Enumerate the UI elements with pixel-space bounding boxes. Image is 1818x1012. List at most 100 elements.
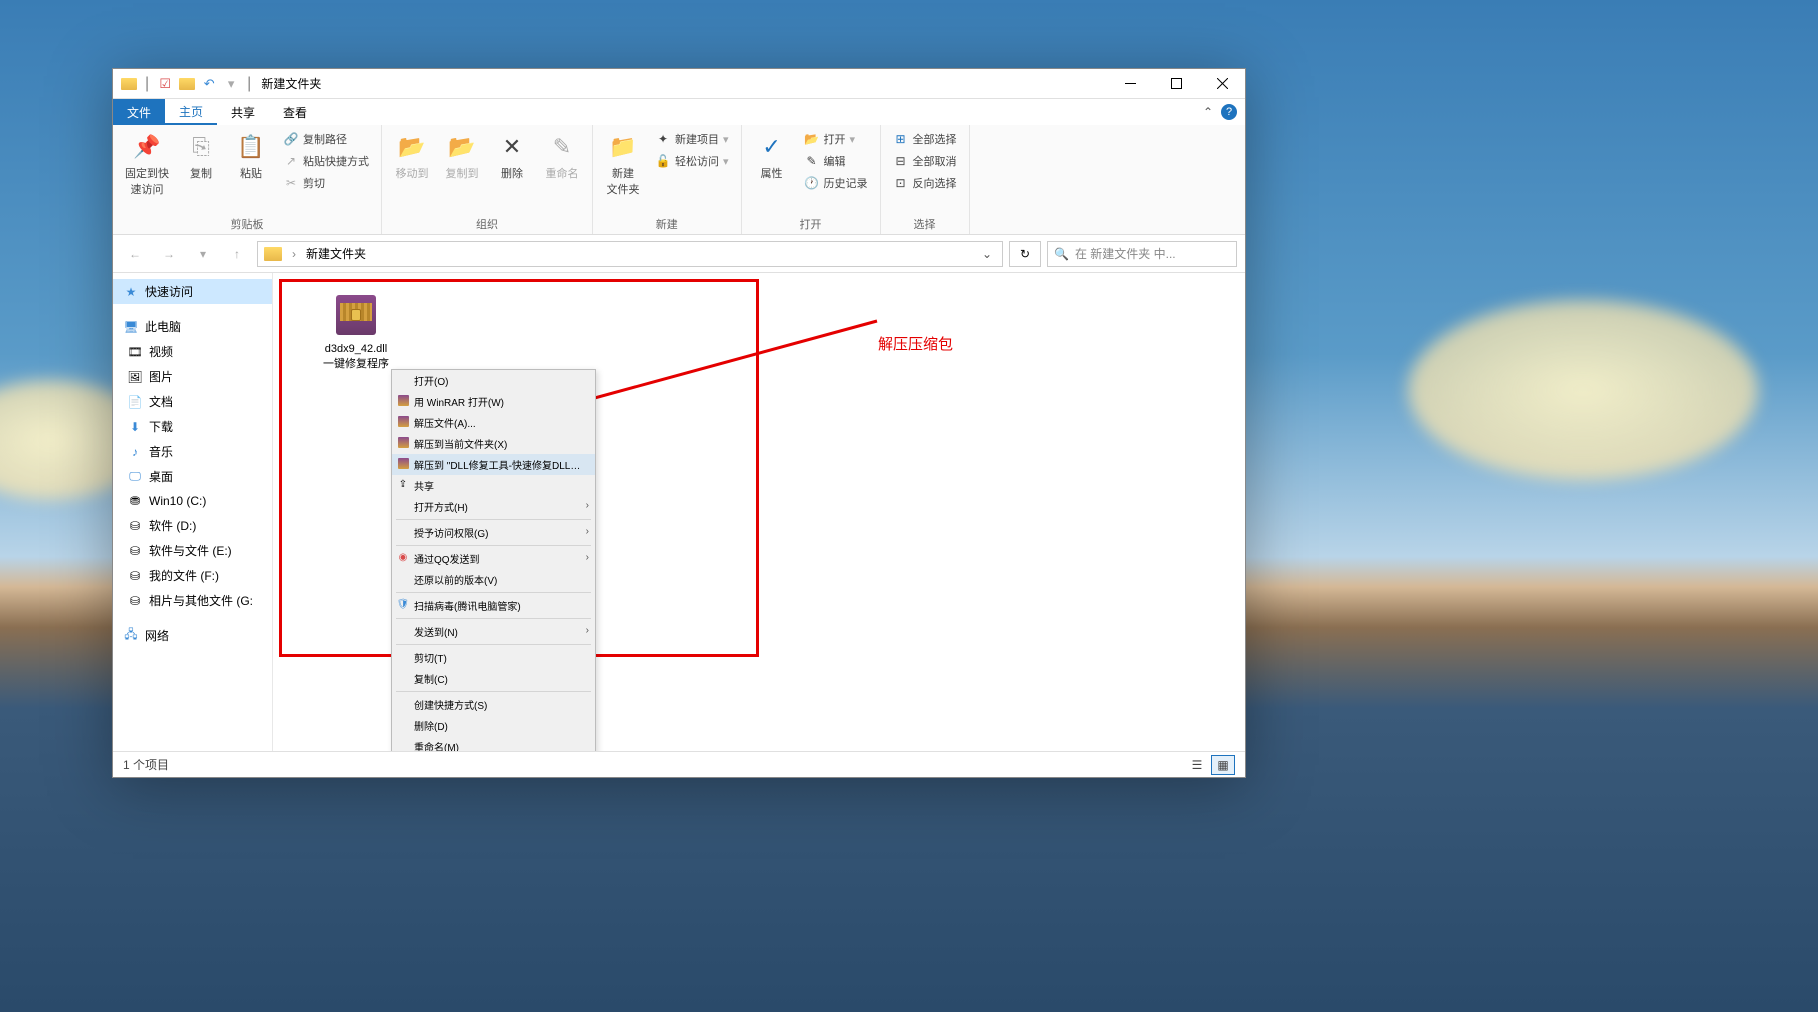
ctx-separator (396, 519, 591, 520)
select-all-button[interactable]: ⊞全部选择 (889, 129, 961, 149)
folder-icon[interactable] (177, 74, 197, 94)
explorer-window: | ☑ ↶ ▾ | 新建文件夹 文件 主页 共享 查看 ⌃ ? 📌固定到快 速访… (112, 68, 1246, 778)
edit-icon: ✎ (804, 153, 820, 169)
up-button[interactable]: ↑ (223, 240, 251, 268)
copy-to-button[interactable]: 📂复制到 (440, 129, 484, 183)
sidebar-item-software-d[interactable]: ⛁软件 (D:) (113, 513, 272, 538)
delete-button[interactable]: ✕删除 (490, 129, 534, 183)
collapse-ribbon-icon[interactable]: ⌃ (1203, 105, 1213, 119)
recent-button[interactable]: ▾ (189, 240, 217, 268)
ctx-grant-access[interactable]: 授予访问权限(G)› (392, 522, 595, 543)
sidebar-item-videos[interactable]: 🎞视频 (113, 339, 272, 364)
edit-button[interactable]: ✎编辑 (800, 151, 872, 171)
checkbox-icon[interactable]: ☑ (155, 74, 175, 94)
refresh-button[interactable]: ↻ (1009, 241, 1041, 267)
ctx-copy[interactable]: 复制(C) (392, 668, 595, 689)
invert-selection-button[interactable]: ⊡反向选择 (889, 173, 961, 193)
chevron-right-icon: › (586, 500, 589, 511)
invert-icon: ⊡ (893, 175, 909, 191)
sidebar-item-desktop[interactable]: 🖵桌面 (113, 464, 272, 489)
file-item-rar[interactable]: d3dx9_42.dll 一键修复程序 (301, 291, 411, 371)
sidebar-item-documents[interactable]: 📄文档 (113, 389, 272, 414)
tab-share[interactable]: 共享 (217, 99, 269, 125)
paste-shortcut-button[interactable]: ↗粘贴快捷方式 (279, 151, 373, 171)
navigation-pane: ★快速访问 🖥此电脑 🎞视频 🖼图片 📄文档 ⬇下载 ♪音乐 🖵桌面 ⛃Win1… (113, 273, 273, 751)
sidebar-item-pictures[interactable]: 🖼图片 (113, 364, 272, 389)
move-to-button[interactable]: 📂移动到 (390, 129, 434, 183)
qq-icon: ◉ (396, 550, 410, 564)
content-pane[interactable]: d3dx9_42.dll 一键修复程序 解压压缩包 打开(O) 用 WinRAR… (273, 273, 1245, 751)
rename-button[interactable]: ✎重命名 (540, 129, 584, 183)
context-menu: 打开(O) 用 WinRAR 打开(W) 解压文件(A)... 解压到当前文件夹… (391, 369, 596, 751)
chevron-right-icon: › (586, 625, 589, 636)
easy-access-button[interactable]: 🔓轻松访问 ▾ (651, 151, 733, 171)
copy-button[interactable]: ⎘复制 (179, 129, 223, 183)
breadcrumb[interactable]: 新建文件夹 (306, 245, 366, 262)
sidebar-item-softfile-e[interactable]: ⛁软件与文件 (E:) (113, 538, 272, 563)
search-icon: 🔍 (1054, 247, 1069, 261)
sidebar-item-myfiles-f[interactable]: ⛁我的文件 (F:) (113, 563, 272, 588)
ctx-send-to[interactable]: 发送到(N)› (392, 621, 595, 642)
properties-button[interactable]: ✓属性 (750, 129, 794, 183)
window-title: 新建文件夹 (257, 75, 321, 92)
group-new-label: 新建 (601, 214, 733, 232)
ctx-prev-version[interactable]: 还原以前的版本(V) (392, 569, 595, 590)
history-button[interactable]: 🕐历史记录 (800, 173, 872, 193)
pictures-icon: 🖼 (127, 369, 143, 385)
ctx-extract-here[interactable]: 解压到当前文件夹(X) (392, 433, 595, 454)
paste-button[interactable]: 📋粘贴 (229, 129, 273, 183)
group-open-label: 打开 (750, 214, 872, 232)
ctx-qq-send[interactable]: ◉通过QQ发送到› (392, 548, 595, 569)
ctx-delete[interactable]: 删除(D) (392, 715, 595, 736)
new-folder-button[interactable]: 📁新建 文件夹 (601, 129, 645, 199)
help-icon[interactable]: ? (1221, 104, 1237, 120)
address-field[interactable]: › 新建文件夹 ⌄ (257, 241, 1003, 267)
ctx-winrar-open[interactable]: 用 WinRAR 打开(W) (392, 391, 595, 412)
ctx-share[interactable]: ⇪共享 (392, 475, 595, 496)
new-item-button[interactable]: ✦新建项目 ▾ (651, 129, 733, 149)
ctx-open-with[interactable]: 打开方式(H)› (392, 496, 595, 517)
search-input[interactable]: 🔍 在 新建文件夹 中... (1047, 241, 1237, 267)
share-icon: ⇪ (396, 477, 410, 491)
sidebar-item-music[interactable]: ♪音乐 (113, 439, 272, 464)
sidebar-item-quick-access[interactable]: ★快速访问 (113, 279, 272, 304)
sidebar-item-network[interactable]: 🖧网络 (113, 623, 272, 648)
ctx-separator (396, 618, 591, 619)
drive-icon: ⛁ (127, 518, 143, 534)
cut-button[interactable]: ✂剪切 (279, 173, 373, 193)
copy-path-button[interactable]: 🔗复制路径 (279, 129, 373, 149)
titlebar: | ☑ ↶ ▾ | 新建文件夹 (113, 69, 1245, 99)
open-button[interactable]: 📂打开 ▾ (800, 129, 872, 149)
ctx-create-shortcut[interactable]: 创建快捷方式(S) (392, 694, 595, 715)
minimize-button[interactable] (1107, 69, 1153, 99)
tab-view[interactable]: 查看 (269, 99, 321, 125)
tab-home[interactable]: 主页 (165, 99, 217, 125)
view-icons-button[interactable]: ▦ (1211, 755, 1235, 775)
sidebar-item-photos-g[interactable]: ⛁相片与其他文件 (G: (113, 588, 272, 613)
ctx-extract-to[interactable]: 解压到 "DLL修复工具-快速修复DLL丢失文件\"(E) (392, 454, 595, 475)
dropdown-icon[interactable]: ▾ (221, 74, 241, 94)
sidebar-item-downloads[interactable]: ⬇下载 (113, 414, 272, 439)
back-button[interactable]: ← (121, 240, 149, 268)
group-organize-label: 组织 (390, 214, 584, 232)
ctx-rename[interactable]: 重命名(M) (392, 736, 595, 751)
ctx-cut[interactable]: 剪切(T) (392, 647, 595, 668)
open-icon: 📂 (804, 131, 820, 147)
ctx-separator (396, 545, 591, 546)
view-details-button[interactable]: ☰ (1185, 755, 1209, 775)
undo-icon[interactable]: ↶ (199, 74, 219, 94)
ctx-scan[interactable]: 🛡扫描病毒(腾讯电脑管家) (392, 595, 595, 616)
maximize-button[interactable] (1153, 69, 1199, 99)
tab-file[interactable]: 文件 (113, 99, 165, 125)
ctx-extract-files[interactable]: 解压文件(A)... (392, 412, 595, 433)
forward-button[interactable]: → (155, 240, 183, 268)
ctx-open[interactable]: 打开(O) (392, 370, 595, 391)
history-icon: 🕐 (804, 175, 820, 191)
select-none-button[interactable]: ⊟全部取消 (889, 151, 961, 171)
pin-to-quick-access-button[interactable]: 📌固定到快 速访问 (121, 129, 173, 199)
sidebar-item-this-pc[interactable]: 🖥此电脑 (113, 314, 272, 339)
close-button[interactable] (1199, 69, 1245, 99)
folder-icon (119, 74, 139, 94)
chevron-down-icon[interactable]: ⌄ (978, 247, 996, 261)
sidebar-item-win10-c[interactable]: ⛃Win10 (C:) (113, 489, 272, 513)
